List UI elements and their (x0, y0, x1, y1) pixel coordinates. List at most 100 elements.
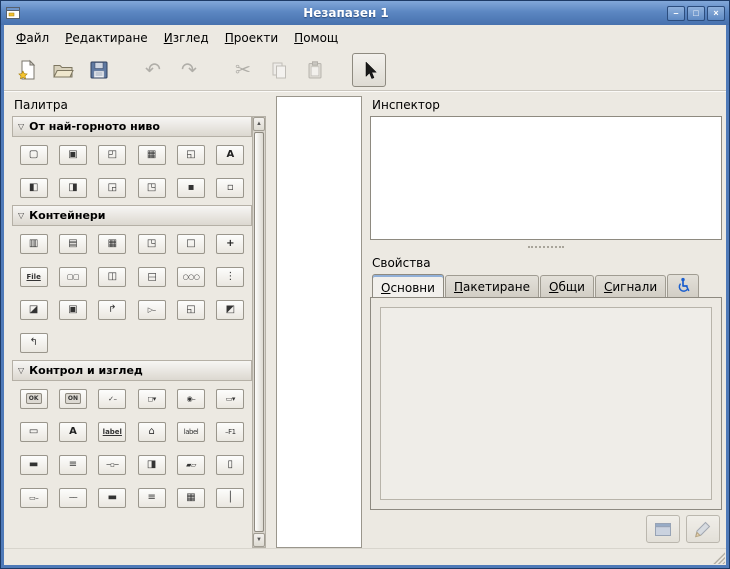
palette-item-hpaned[interactable]: ◫ (98, 267, 126, 287)
palette-item-drawing-area[interactable]: ▬ (98, 488, 126, 508)
pencil-icon (693, 519, 713, 539)
window-icon[interactable] (5, 5, 21, 21)
palette-item-h-scale[interactable]: ─▫─ (98, 455, 126, 475)
palette-item-status-bar[interactable]: ▭– (20, 488, 48, 508)
palette-title: Палитра (12, 96, 266, 116)
palette-item-radio-button[interactable]: ◉– (177, 389, 205, 409)
properties-dialog-button[interactable] (646, 515, 680, 543)
resize-grip[interactable] (712, 551, 725, 564)
copy-button[interactable] (262, 53, 296, 87)
palette-item-text-view[interactable]: ≡ (59, 455, 87, 475)
palette-item-assistant[interactable]: ◲ (98, 178, 126, 198)
palette-item-vbuttonbox[interactable]: ⋮ (216, 267, 244, 287)
paned-handle[interactable] (370, 240, 722, 254)
scrollbar-thumb[interactable] (254, 132, 264, 532)
palette-item-accel-label[interactable]: –F1 (216, 422, 244, 442)
palette-item-frame[interactable]: □ (177, 234, 205, 254)
save-button[interactable] (82, 53, 116, 87)
palette-item-recent-chooser-dialog[interactable]: ◳ (138, 178, 166, 198)
palette-item-about-dialog[interactable]: ◨ (59, 178, 87, 198)
palette-item-alignment[interactable]: ↰ (20, 333, 48, 353)
palette-item-dialog[interactable]: ▣ (59, 145, 87, 165)
palette-item-image[interactable]: A (59, 422, 87, 442)
palette-item-fixed[interactable]: + (216, 234, 244, 254)
menu-edit[interactable]: Редактиране (57, 28, 156, 48)
window-button-close[interactable]: × (707, 6, 725, 21)
palette-item-hbuttonbox[interactable]: ○○○ (177, 267, 205, 287)
tab-accessibility[interactable] (667, 274, 699, 297)
paste-button[interactable] (298, 53, 332, 87)
palette-item-expander[interactable]: ▷– (138, 300, 166, 320)
menu-help[interactable]: Помощ (286, 28, 346, 48)
window-button-minimize[interactable]: – (667, 6, 685, 21)
titlebar[interactable]: Незапазен 1 –□× (1, 1, 729, 25)
pointer-arrow-icon (359, 60, 379, 80)
palette-item-h-separator[interactable]: ── (59, 488, 87, 508)
palette-item-input-dialog[interactable]: ◧ (20, 178, 48, 198)
palette-item-hbox[interactable]: ▥ (20, 234, 48, 254)
tab-packing[interactable]: Пакетиране (445, 275, 539, 297)
cut-button[interactable]: ✂ (226, 53, 260, 87)
palette-item-text-entry[interactable]: ▭ (20, 422, 48, 442)
menu-view[interactable]: Изглед (156, 28, 217, 48)
menubar: ФайлРедактиранеИзгледПроектиПомощ (4, 25, 726, 50)
palette-item-table[interactable]: ▦ (98, 234, 126, 254)
tab-general[interactable]: Основни (372, 274, 444, 298)
palette-item-menubar[interactable]: File (20, 267, 48, 287)
palette-item-color-selection-dialog[interactable]: ▦ (138, 145, 166, 165)
palette-item-v-separator[interactable]: │ (216, 488, 244, 508)
palette-item-handlebox[interactable]: ↱ (98, 300, 126, 320)
new-button[interactable] (10, 53, 44, 87)
palette-item-check-button[interactable]: ✓– (98, 389, 126, 409)
menu-file[interactable]: Файл (8, 28, 57, 48)
open-button[interactable] (46, 53, 80, 87)
palette-item-window[interactable]: ▢ (20, 145, 48, 165)
palette-item-vbox[interactable]: ▤ (59, 234, 87, 254)
palette-item-v-scale[interactable]: ▯ (216, 455, 244, 475)
palette-item-tree-view[interactable]: ≡ (138, 488, 166, 508)
palette-item-combo-box[interactable]: ◻▾ (138, 389, 166, 409)
scroll-down-arrow-icon[interactable]: ▼ (253, 533, 265, 547)
palette-item-progress-bar[interactable]: ▰▱ (177, 455, 205, 475)
palette-item-label[interactable]: label (177, 422, 205, 442)
window-button-maximize[interactable]: □ (687, 6, 705, 21)
palette-section-header-containers[interactable]: ▽ Контейнери (12, 205, 252, 226)
design-canvas[interactable] (276, 96, 362, 548)
tab-common[interactable]: Общи (540, 275, 594, 297)
palette-grid-controls: OK ON ✓– ◻▾ ◉– ▭▾ ▭ Alabel ⌂ label –F1 ▬ ≡ ─▫─ ◨ ▰▱ ▯ ▭– ─… (12, 381, 252, 515)
menu-projects[interactable]: Проекти (217, 28, 286, 48)
palette-item-scrolledwindow[interactable]: ◪ (20, 300, 48, 320)
edit-button[interactable] (686, 515, 720, 543)
palette-item-button[interactable]: OK (20, 389, 48, 409)
palette-item-layout[interactable]: ◱ (177, 300, 205, 320)
inspector-tree[interactable] (370, 116, 722, 240)
palette-scrollbar[interactable]: ▲ ▼ (252, 116, 266, 548)
expander-triangle-icon: ▽ (18, 122, 24, 131)
palette-item-toolbar[interactable]: ▢▢ (59, 267, 87, 287)
palette-item-message-dialog[interactable]: ◰ (98, 145, 126, 165)
palette-item-notebook[interactable]: ◳ (138, 234, 166, 254)
palette-item-viewport[interactable]: ▣ (59, 300, 87, 320)
palette-item-combo-box-entry[interactable]: ▭▾ (216, 389, 244, 409)
palette-item-file-chooser-button[interactable]: ⌂ (138, 422, 166, 442)
redo-button[interactable]: ↷ (172, 53, 206, 87)
palette-grid-toplevel: ▢ ▣ ◰ ▦ ◱ A ◧ ◨ ◲ ◳ ▪ ▫ (12, 137, 252, 205)
palette-item-aspect-frame[interactable]: ◩ (216, 300, 244, 320)
selector-button[interactable] (352, 53, 386, 87)
palette-section-header-toplevel[interactable]: ▽ От най-горното ниво (12, 116, 252, 137)
palette-item-socket[interactable]: ▫ (216, 178, 244, 198)
palette-item-file-chooser-dialog[interactable]: ◱ (177, 145, 205, 165)
palette-section-header-controls[interactable]: ▽ Контрол и изглед (12, 360, 252, 381)
palette-item-vpaned[interactable]: ◫ (138, 267, 166, 287)
scroll-up-arrow-icon[interactable]: ▲ (253, 117, 265, 131)
palette-item-font-selection-dialog[interactable]: A (216, 145, 244, 165)
properties-window-icon (653, 521, 673, 538)
palette-item-toggle-button[interactable]: ON (59, 389, 87, 409)
tab-signals[interactable]: Сигнали (595, 275, 666, 297)
undo-button[interactable]: ↶ (136, 53, 170, 87)
palette-item-plug[interactable]: ▪ (177, 178, 205, 198)
palette-item-icon-view[interactable]: ▦ (177, 488, 205, 508)
palette-item-entry[interactable]: ▬ (20, 455, 48, 475)
palette-item-spin-button[interactable]: ◨ (138, 455, 166, 475)
palette-item-link-button[interactable]: label (98, 422, 126, 442)
